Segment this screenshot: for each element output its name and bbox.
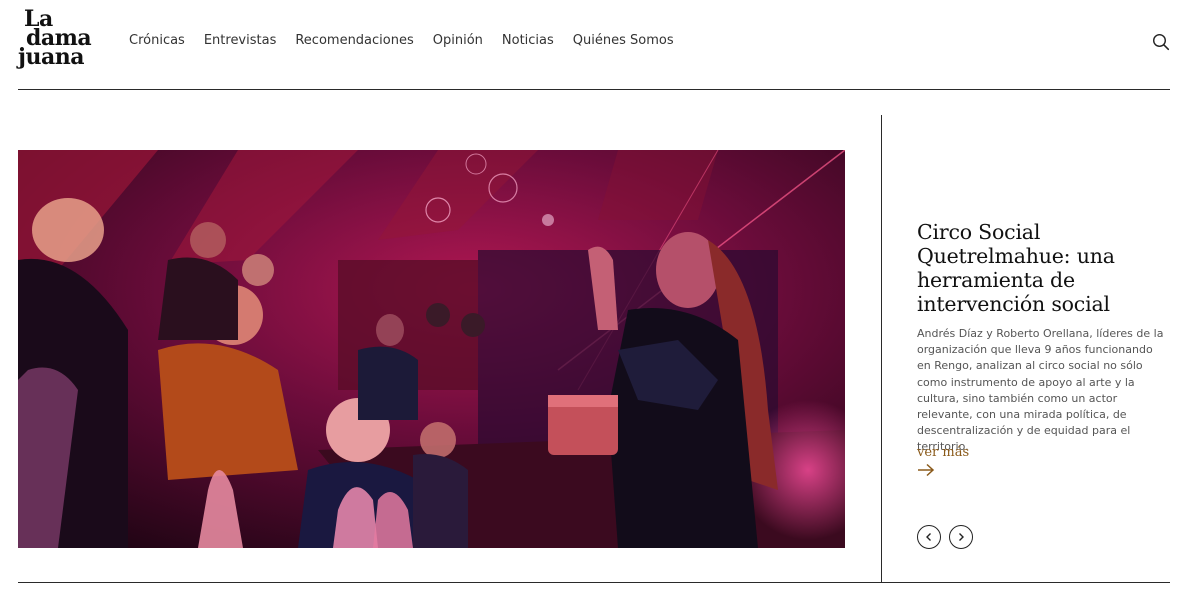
read-more-link[interactable]: ver más: [917, 445, 969, 460]
article-title[interactable]: Circo Social Quetrelmahue: una herramien…: [917, 220, 1167, 316]
nav-item-noticias[interactable]: Noticias: [502, 33, 554, 48]
slider-next-button[interactable]: [949, 525, 973, 549]
article-excerpt: Andrés Díaz y Roberto Orellana, líderes …: [917, 327, 1164, 454]
featured-image[interactable]: [18, 150, 845, 548]
featured-article: Circo Social Quetrelmahue: una herramien…: [917, 220, 1167, 456]
circus-scene-illustration: [18, 150, 845, 548]
chevron-right-icon: [959, 533, 964, 541]
main-nav: Crónicas Entrevistas Recomendaciones Opi…: [129, 33, 693, 48]
arrow-right-icon[interactable]: [917, 463, 935, 477]
nav-item-cronicas[interactable]: Crónicas: [129, 33, 185, 48]
vertical-divider: [881, 115, 882, 583]
nav-item-recomendaciones[interactable]: Recomendaciones: [295, 33, 413, 48]
bottom-divider: [18, 582, 1170, 583]
nav-item-quienes-somos[interactable]: Quiénes Somos: [573, 33, 674, 48]
slider-prev-button[interactable]: [917, 525, 941, 549]
nav-item-entrevistas[interactable]: Entrevistas: [204, 33, 277, 48]
search-icon[interactable]: [1152, 33, 1170, 51]
chevron-left-icon: [926, 533, 931, 541]
site-logo[interactable]: La dama juana: [18, 8, 102, 68]
nav-item-opinion[interactable]: Opinión: [433, 33, 483, 48]
site-header: La dama juana Crónicas Entrevistas Recom…: [18, 0, 1170, 90]
